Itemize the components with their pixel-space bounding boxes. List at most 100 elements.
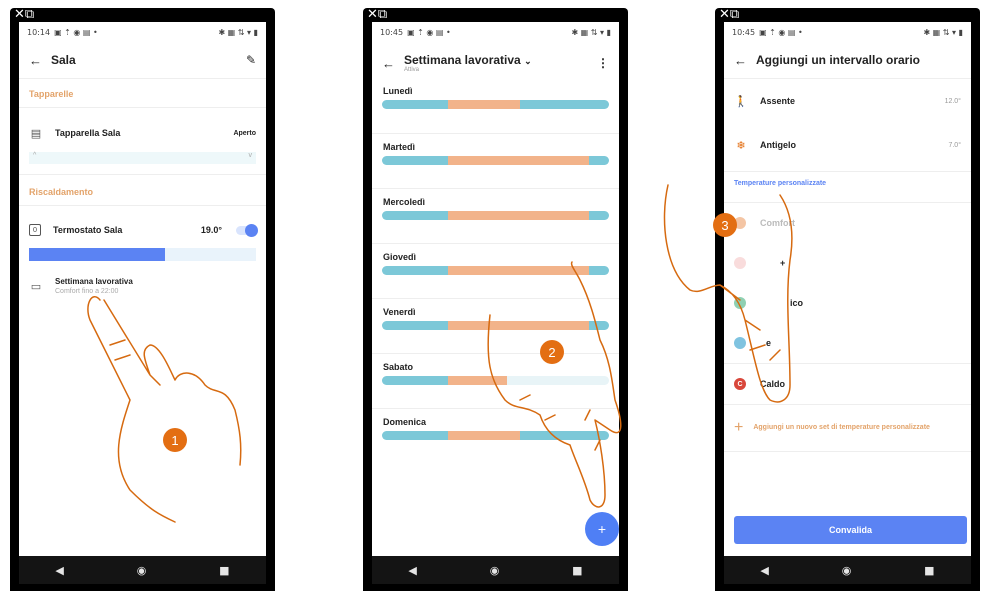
snowflake-icon: ❄ <box>736 138 746 152</box>
warm-row[interactable]: C Caldo <box>724 364 971 404</box>
close-expand-icons: ✕⧉ <box>719 8 740 22</box>
day-row[interactable]: Sabato <box>372 354 619 409</box>
screen-add-interval: 10:45 ▣ ⇡ ◉ ▤ • ✱ ▦ ⇅ ▾ ▮ ← Aggiungi un i… <box>724 22 971 556</box>
add-set-label: Aggiungi un nuovo set di temperature per… <box>753 424 930 432</box>
nav-back-icon[interactable]: ◀ <box>760 564 768 577</box>
night-circle-icon <box>734 337 746 349</box>
antifreeze-label: Antigelo <box>760 140 796 150</box>
day-bar <box>382 266 609 275</box>
absent-row[interactable]: 🚶 Assente 12.0° <box>724 79 971 123</box>
blind-name: Tapparella Sala <box>55 128 121 138</box>
day-bar <box>382 100 609 109</box>
blind-row[interactable]: ▤ Tapparella Sala Aperto <box>19 114 266 152</box>
android-nav-bar: ◀ ◉ ■ <box>372 556 619 584</box>
phone-2: ✕⧉ 10:45 ▣ ⇡ ◉ ▤ • ✱ ▦ ⇅ ▾ ▮ ← Settimana … <box>363 8 628 591</box>
status-icons: ▣ ⇡ ◉ ▤ • <box>407 28 451 37</box>
status-icons: ▣ ⇡ ◉ ▤ • <box>54 28 98 37</box>
back-arrow-icon[interactable]: ← <box>734 53 756 68</box>
section-blinds-label: Tapparelle <box>29 89 74 99</box>
nav-recent-icon[interactable]: ■ <box>572 564 582 577</box>
nav-recent-icon[interactable]: ■ <box>924 564 934 577</box>
night-row[interactable]: e <box>724 323 971 363</box>
comfort-plus-row[interactable]: + <box>724 243 971 283</box>
plus-icon: + <box>734 419 744 436</box>
day-label: Mercoledì <box>383 197 426 207</box>
phone-3: ✕⧉ 10:45 ▣ ⇡ ◉ ▤ • ✱ ▦ ⇅ ▾ ▮ ← Aggiungi u… <box>715 8 980 591</box>
chevron-up-icon: ^ <box>33 152 37 159</box>
more-vert-icon[interactable]: ⋮ <box>597 56 609 70</box>
program-name: Settimana lavorativa <box>55 277 133 286</box>
clock: 10:45 <box>380 28 404 37</box>
program-detail: Comfort fino a 22:00 <box>55 288 119 295</box>
day-bar <box>382 376 609 385</box>
warm-circle-icon: C <box>734 378 746 390</box>
warm-label: Caldo <box>760 379 786 389</box>
day-label: Lunedì <box>383 86 413 96</box>
screen-weekly-program: 10:45 ▣ ⇡ ◉ ▤ • ✱ ▦ ⇅ ▾ ▮ ← Settimana lav… <box>372 22 619 556</box>
section-heating-label: Riscaldamento <box>29 187 94 197</box>
blind-icon: ▤ <box>30 126 42 140</box>
chevron-down-icon[interactable]: ⌄ <box>524 56 532 66</box>
thermostat-name: Termostato Sala <box>53 225 123 235</box>
android-nav-bar: ◀ ◉ ■ <box>724 556 971 584</box>
clock: 10:14 <box>27 28 51 37</box>
blind-state: Aperto <box>233 129 256 137</box>
blind-slider[interactable]: ^ v <box>29 152 256 164</box>
nav-home-icon[interactable]: ◉ <box>137 564 147 577</box>
comfort-label: Comfort <box>760 218 795 228</box>
thermostat-icon: 0 <box>29 224 41 236</box>
nav-home-icon[interactable]: ◉ <box>490 564 500 577</box>
clock: 10:45 <box>732 28 756 37</box>
thermostat-row[interactable]: 0 Termostato Sala 19.0° <box>19 212 266 248</box>
back-arrow-icon[interactable]: ← <box>29 53 51 68</box>
day-row[interactable]: Lunedì <box>372 84 619 134</box>
day-bar <box>382 431 609 440</box>
add-set-row[interactable]: + Aggiungi un nuovo set di temperature p… <box>724 405 971 451</box>
nav-home-icon[interactable]: ◉ <box>842 564 852 577</box>
thermostat-temp: 19.0° <box>200 225 222 235</box>
absent-label: Assente <box>760 96 796 106</box>
thermostat-toggle[interactable] <box>236 223 258 237</box>
nav-back-icon[interactable]: ◀ <box>408 564 416 577</box>
day-bar <box>382 156 609 165</box>
step-badge-3: 3 <box>713 213 737 237</box>
antifreeze-row[interactable]: ❄ Antigelo 7.0° <box>724 123 971 167</box>
header: ← Settimana lavorativa ⌄ Attiva ⋮ <box>372 42 619 84</box>
nav-back-icon[interactable]: ◀ <box>55 564 63 577</box>
close-expand-icons: ✕⧉ <box>367 8 388 22</box>
status-bar: 10:45 ▣ ⇡ ◉ ▤ • ✱ ▦ ⇅ ▾ ▮ <box>372 22 619 42</box>
eco-label: ico <box>790 298 804 308</box>
day-row[interactable]: Martedì <box>372 134 619 189</box>
program-row[interactable]: ▭ Settimana lavorativa Comfort fino a 22… <box>19 265 266 307</box>
step-badge-1: 1 <box>163 428 187 452</box>
phone-1: ✕⧉ 10:14 ▣ ⇡ ◉ ▤ • ✱ ▦ ⇅ ▾ ▮ ← Sala ✎ Tap… <box>10 8 275 591</box>
comfort-plus-circle-icon <box>734 257 746 269</box>
page-subtitle: Attiva <box>404 67 420 73</box>
edit-pencil-icon[interactable]: ✎ <box>246 53 256 67</box>
signal-icons: ✱ ▦ ⇅ ▾ ▮ <box>218 28 258 37</box>
day-bar <box>382 211 609 220</box>
night-label: e <box>766 338 772 348</box>
signal-icons: ✱ ▦ ⇅ ▾ ▮ <box>923 28 963 37</box>
page-title: Aggiungi un intervallo orario <box>756 53 921 67</box>
header: ← Sala ✎ <box>19 42 266 78</box>
day-row[interactable]: Mercoledì <box>372 189 619 244</box>
status-bar: 10:45 ▣ ⇡ ◉ ▤ • ✱ ▦ ⇅ ▾ ▮ <box>724 22 971 42</box>
calendar-icon: ▭ <box>30 279 42 293</box>
eco-circle-icon <box>734 297 746 309</box>
day-label: Domenica <box>383 417 427 427</box>
nav-recent-icon[interactable]: ■ <box>219 564 229 577</box>
plus-icon: + <box>597 521 607 537</box>
day-label: Sabato <box>383 362 414 372</box>
header: ← Aggiungi un intervallo orario <box>724 42 971 78</box>
comfort-row[interactable]: Comfort <box>724 203 971 243</box>
eco-row[interactable]: ico <box>724 283 971 323</box>
back-arrow-icon[interactable]: ← <box>382 56 404 71</box>
comfort-plus-label: + <box>780 258 786 268</box>
add-interval-fab[interactable]: + <box>585 512 619 546</box>
day-row[interactable]: Domenica <box>372 409 619 464</box>
page-title: Settimana lavorativa <box>404 53 521 67</box>
day-row[interactable]: Giovedì <box>372 244 619 299</box>
validate-button[interactable]: Convalida <box>734 516 967 544</box>
day-row[interactable]: Venerdì <box>372 299 619 354</box>
